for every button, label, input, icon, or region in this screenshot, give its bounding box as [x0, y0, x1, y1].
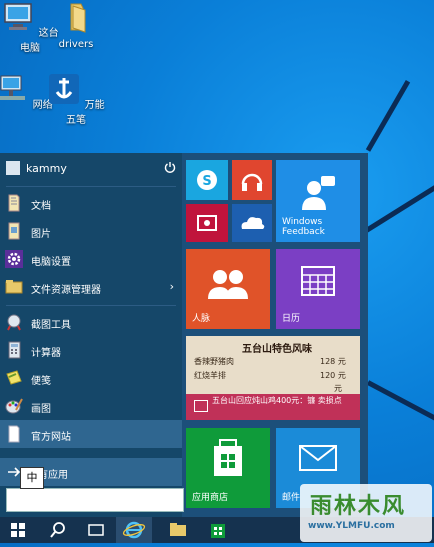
search-button[interactable] — [40, 517, 76, 543]
desktop-icon-ime[interactable]: 万能五笔 — [46, 72, 106, 126]
menu-item-paint[interactable]: 画图 — [0, 392, 182, 420]
menu-item-label: 计算器 — [31, 348, 61, 359]
menu-item-snipping-tool[interactable]: 截图工具 — [0, 308, 182, 336]
svg-text:S: S — [202, 174, 211, 189]
tile-label: 应用商店 — [192, 493, 229, 503]
menu-item-label: 便笺 — [31, 376, 51, 387]
task-view-button[interactable] — [78, 517, 114, 543]
user-avatar-icon — [6, 161, 20, 175]
tile-label: 人脉 — [192, 314, 211, 324]
store-button[interactable] — [200, 517, 236, 543]
ime-indicator[interactable]: 中 — [20, 467, 44, 489]
file-explorer-icon — [5, 280, 23, 294]
headphones-icon — [241, 173, 263, 191]
tile-label: Windows Feedback — [282, 217, 325, 237]
news-menu-row-price: 120 元 — [320, 371, 346, 380]
desktop-icon-label: drivers — [58, 39, 94, 50]
ie-icon — [122, 521, 146, 539]
sticky-notes-icon — [6, 370, 22, 385]
news-caption: 五台山回应炖山鸡400元：镰 卖损点 — [212, 396, 342, 405]
tile-news[interactable]: 五台山特色风味 香辣野猪肉 128 元 红烧羊排 120 元 元 五台山回应炖山… — [186, 336, 360, 420]
tile-windows-feedback[interactable]: Windows Feedback — [276, 160, 360, 242]
wallpaper-line — [365, 79, 411, 152]
user-name: kammy — [26, 162, 67, 175]
watermark-text: 雨林木风 — [310, 494, 407, 519]
news-menu-row-name: 红烧羊排 — [194, 371, 226, 380]
start-menu-left-pane: kammy 文档 图片 电脑设置 文件资源管理器 › 截图工具 计算器 便笺 画… — [0, 153, 184, 517]
start-menu: kammy 文档 图片 电脑设置 文件资源管理器 › 截图工具 计算器 便笺 画… — [0, 153, 368, 517]
menu-item-pictures[interactable]: 图片 — [0, 217, 182, 245]
skype-icon: S — [197, 170, 217, 190]
news-menu-title: 五台山特色风味 — [242, 344, 312, 355]
tile-label: 日历 — [282, 314, 301, 324]
menu-item-label: 文件资源管理器 — [31, 285, 101, 296]
windows-logo-icon — [11, 523, 25, 537]
menu-item-official-website[interactable]: 官方网站 — [0, 420, 182, 448]
pictures-icon — [8, 222, 20, 240]
menu-item-label: 截图工具 — [31, 320, 71, 331]
webpage-icon — [8, 425, 20, 443]
settings-gear-icon — [5, 250, 23, 268]
ime-app-icon — [49, 74, 80, 104]
news-menu-row-name: 香辣野猪肉 — [194, 357, 234, 366]
wallpaper-line — [366, 380, 434, 423]
desktop-icon-drivers[interactable]: drivers — [46, 0, 106, 50]
wallpaper-line — [358, 184, 434, 237]
watermark-url: www.YLMFU.com — [308, 521, 395, 531]
chevron-right-icon[interactable]: › — [170, 280, 174, 293]
menu-item-label: 电脑设置 — [31, 257, 71, 268]
menu-item-label: 图片 — [31, 229, 51, 240]
menu-item-label: 文档 — [31, 201, 51, 212]
user-row[interactable]: kammy — [0, 153, 182, 185]
news-icon — [194, 400, 208, 412]
start-button[interactable] — [0, 517, 36, 543]
cloud-icon — [241, 217, 265, 229]
folder-icon — [70, 3, 86, 33]
tile-store[interactable]: 应用商店 — [186, 428, 270, 508]
power-icon[interactable] — [164, 161, 176, 173]
news-image: 五台山特色风味 香辣野猪肉 128 元 红烧羊排 120 元 元 — [186, 336, 360, 394]
tile-skype[interactable]: S — [186, 160, 228, 200]
watermark: 雨林木风 www.YLMFU.com — [300, 484, 432, 542]
menu-item-calculator[interactable]: 计算器 — [0, 336, 182, 364]
search-icon — [50, 522, 65, 538]
calculator-icon — [8, 341, 21, 359]
task-view-icon — [88, 524, 104, 536]
tile-people[interactable]: 人脉 — [186, 249, 270, 329]
tile-calendar[interactable]: 日历 — [276, 249, 360, 329]
folder-icon — [170, 523, 186, 536]
computer-icon — [4, 3, 33, 30]
separator — [6, 305, 176, 306]
tile-onedrive[interactable] — [232, 204, 272, 242]
news-menu-row-price: 128 元 — [320, 357, 346, 366]
menu-item-label: 画图 — [31, 404, 51, 415]
tile-music[interactable] — [232, 160, 272, 200]
documents-icon — [8, 194, 20, 212]
ie-button[interactable] — [116, 517, 152, 543]
menu-item-sticky-notes[interactable]: 便笺 — [0, 364, 182, 392]
tile-video[interactable] — [186, 204, 228, 242]
menu-item-documents[interactable]: 文档 — [0, 189, 182, 217]
snipping-tool-icon — [7, 314, 21, 331]
explorer-button[interactable] — [160, 517, 196, 543]
menu-item-pc-settings[interactable]: 电脑设置 — [0, 245, 182, 273]
separator — [6, 186, 176, 187]
menu-item-file-explorer[interactable]: 文件资源管理器 › — [0, 273, 182, 301]
paint-icon — [5, 398, 23, 414]
tile-label: 邮件 — [282, 493, 301, 503]
news-menu-row-price: 元 — [334, 384, 342, 393]
network-icon — [0, 75, 26, 100]
store-icon — [211, 524, 225, 538]
video-icon — [197, 215, 217, 231]
search-input[interactable] — [6, 488, 184, 512]
menu-item-label: 官方网站 — [31, 432, 71, 443]
